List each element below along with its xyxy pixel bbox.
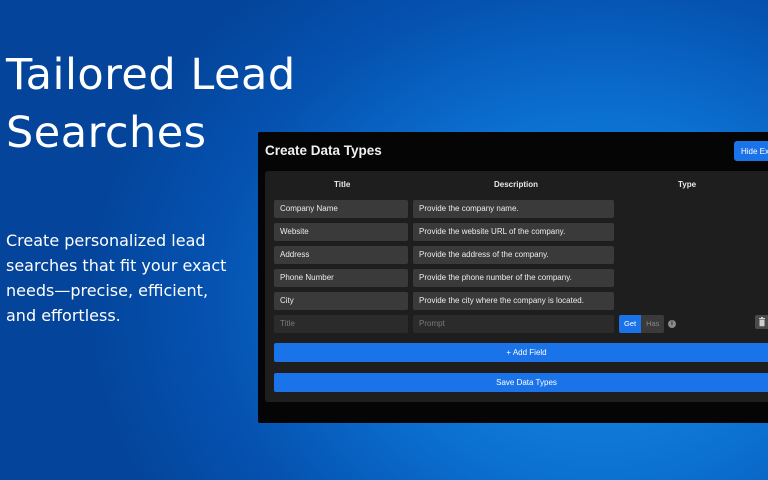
type-toggle: Get Has	[619, 315, 665, 333]
column-header-type: Type	[678, 180, 697, 189]
panel-title: Create Data Types	[265, 143, 382, 158]
column-header-title: Title	[334, 180, 351, 189]
data-types-table: Title Description Type Company Name Prov…	[265, 171, 768, 402]
row-title-field[interactable]: City	[274, 292, 408, 310]
info-icon[interactable]: i	[668, 320, 676, 328]
trash-icon[interactable]	[755, 315, 768, 329]
row-description-field[interactable]: Provide the phone number of the company.	[413, 269, 614, 287]
type-option-get[interactable]: Get	[619, 315, 642, 333]
hide-examples-button[interactable]: Hide Ex	[734, 141, 768, 161]
hero-description: Create personalized lead searches that f…	[6, 228, 246, 328]
row-description-field[interactable]: Provide the address of the company.	[413, 246, 614, 264]
row-description-field[interactable]: Provide the company name.	[413, 200, 614, 218]
row-description-field[interactable]: Provide the city where the company is lo…	[413, 292, 614, 310]
hero-desc-line-2: searches that fit your exact	[6, 256, 227, 275]
hero-desc-line-3: needs—precise, efficient,	[6, 281, 209, 300]
row-title-field[interactable]: Website	[274, 223, 408, 241]
new-title-input[interactable]	[274, 315, 408, 333]
hero-desc-line-1: Create personalized lead	[6, 231, 206, 250]
create-data-types-panel: Create Data Types Hide Ex Title Descript…	[258, 132, 768, 423]
column-header-description: Description	[494, 180, 539, 189]
hero-title-line-2: Searches	[6, 108, 207, 158]
row-title-field[interactable]: Phone Number	[274, 269, 408, 287]
row-title-field[interactable]: Company Name	[274, 200, 408, 218]
row-description-field[interactable]: Provide the website URL of the company.	[413, 223, 614, 241]
new-prompt-input[interactable]	[413, 315, 614, 333]
hero-title-line-1: Tailored Lead	[6, 50, 296, 100]
add-field-button[interactable]: + Add Field	[274, 343, 768, 362]
type-option-has[interactable]: Has	[641, 315, 665, 333]
hero-desc-line-4: and effortless.	[6, 306, 121, 325]
row-title-field[interactable]: Address	[274, 246, 408, 264]
save-data-types-button[interactable]: Save Data Types	[274, 373, 768, 392]
